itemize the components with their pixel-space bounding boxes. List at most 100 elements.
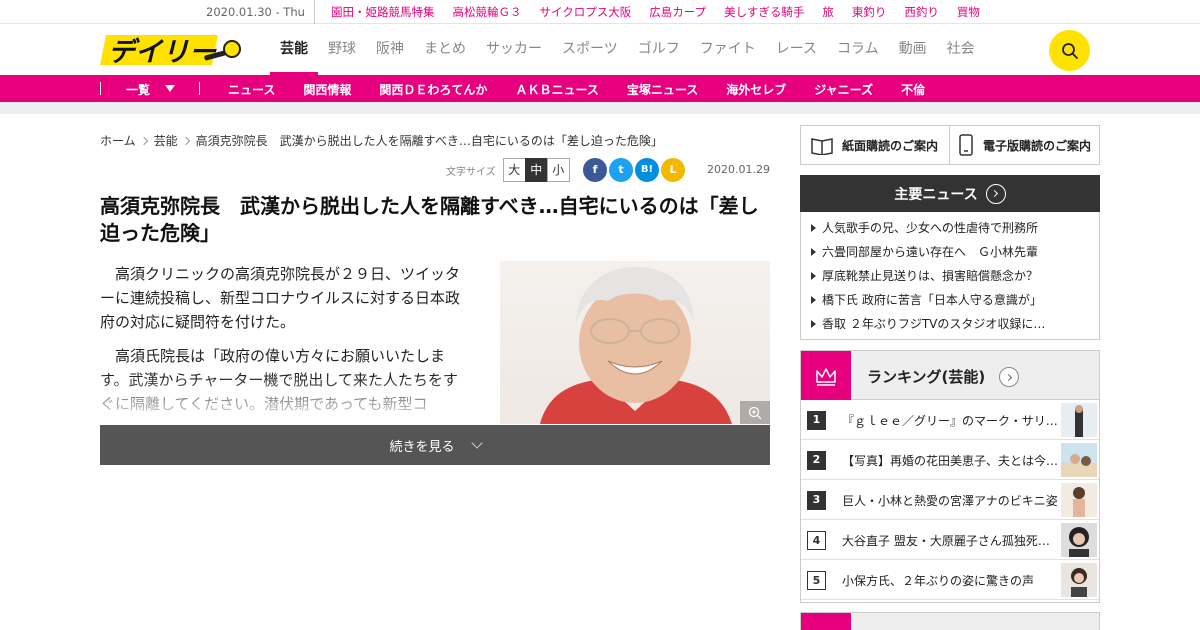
subnav-items: ニュース 関西情報 関西ＤＥわろてんか ＡＫＢニュース 宝塚ニュース 海外セレブ… [228,81,925,98]
subnav-item-news[interactable]: ニュース [228,81,275,98]
rank-title: 【写真】再婚の花田美恵子、夫とは今… [842,454,1058,468]
top-link[interactable]: 園田・姫路競馬特集 [331,4,435,20]
rank-number: 4 [807,531,826,550]
daily-logo[interactable]: デイリー [100,33,242,67]
top-links: 園田・姫路競馬特集 高松競輪Ｇ３ サイクロプス大阪 広島カープ 美しすぎる騎手 … [314,0,980,24]
ranking-item[interactable]: 4 大谷直子 盟友・大原麗子さん孤独死… [801,520,1099,560]
zoom-button[interactable] [740,401,770,424]
top-bar: 2020.01.30 - Thu 園田・姫路競馬特集 高松競輪Ｇ３ サイクロプス… [0,0,1200,24]
chevron-down-icon [470,436,483,449]
rank-thumbnail [1061,563,1097,597]
chevron-right-icon [139,136,148,146]
news-item[interactable]: 橋下氏 政府に苦言「日本人守る意識が」 [801,288,1099,312]
main-news-header[interactable]: 主要ニュース [800,175,1100,212]
line-share-icon[interactable]: L [661,158,685,182]
rank-title: 小保方氏、２年ぶりの姿に驚きの声 [842,574,1035,588]
header-spacer [0,102,1200,114]
paper-subscribe-label: 紙面購読のご案内 [842,138,939,153]
subnav-item-furin[interactable]: 不倫 [901,81,925,98]
search-button[interactable] [1049,30,1090,71]
ranking-header[interactable]: ランキング(芸能) [800,350,1100,400]
divider [100,82,101,95]
nav-golf[interactable]: ゴルフ [628,25,690,75]
ranking-item[interactable]: 1 『ｇｌｅｅ／グリー』のマーク・サリ… [801,400,1099,440]
read-more-label: 続きを見る [389,439,455,455]
global-nav: 芸能 野球 阪神 まとめ サッカー スポーツ ゴルフ ファイト レース コラム … [270,25,985,75]
font-size-label: 文字サイズ [446,166,496,178]
rank-thumbnail [1061,443,1097,477]
crown-icon [816,367,836,386]
rank-number: 1 [807,411,826,430]
newspaper-icon [811,138,833,155]
rank-number: 3 [807,491,826,510]
news-item[interactable]: 香取 ２年ぶりフジTVのスタジオ収録に… [801,312,1099,336]
rank-thumbnail [1061,523,1097,557]
ranking-item[interactable]: 5 小保方氏、２年ぶりの姿に驚きの声 [801,560,1099,600]
news-item[interactable]: 厚底靴禁止見送りは、損害賠償懸念か？ [801,264,1099,288]
site-header: デイリー 芸能 野球 阪神 まとめ サッカー スポーツ ゴルフ ファイト レース… [0,25,1200,75]
top-link[interactable]: 西釣り [904,4,939,20]
chevron-down-icon[interactable] [165,85,175,92]
read-more-button[interactable]: 続きを見る [100,425,770,465]
digital-subscribe-button[interactable]: 電子版購読のご案内 [949,125,1100,165]
top-link[interactable]: 旅 [822,4,834,20]
arrow-right-icon [985,183,1006,204]
news-item[interactable]: 人気歌手の兄、少女への性虐待で刑務所 [801,216,1099,240]
subnav-item-kansai[interactable]: 関西情報 [303,81,351,98]
main-news-list: 人気歌手の兄、少女への性虐待で刑務所 六畳同部屋から遠い存在へ Ｇ小林先輩 厚底… [800,212,1100,340]
article-paragraph: 高須クリニックの高須克弥院長が２９日、ツイッターに連続投稿し、新型コロナウイルス… [100,265,461,331]
publish-date: 2020.01.29 [707,163,770,176]
nav-society[interactable]: 社会 [937,25,985,75]
nav-entertainment[interactable]: 芸能 [270,25,318,75]
rank-title: 巨人・小林と熱愛の宮澤アナのビキニ姿 [842,494,1058,508]
top-link[interactable]: 東釣り [852,4,887,20]
breadcrumb-category[interactable]: 芸能 [154,134,178,148]
news-item[interactable]: 六畳同部屋から遠い存在へ Ｇ小林先輩 [801,240,1099,264]
arrow-right-icon[interactable] [999,367,1019,387]
crown-icon-box [801,613,851,630]
subnav-item-johnnys[interactable]: ジャニーズ [814,81,873,98]
subnav-item-warotenka[interactable]: 関西ＤＥわろてんか [379,81,487,98]
top-link[interactable]: 高松競輪Ｇ３ [453,4,522,20]
ranking-item[interactable]: 2 【写真】再婚の花田美恵子、夫とは今… [801,440,1099,480]
font-size-small[interactable]: 小 [546,158,570,182]
current-date: 2020.01.30 - Thu [206,5,305,19]
nav-soccer[interactable]: サッカー [476,25,552,75]
rank-number: 2 [807,451,826,470]
top-link[interactable]: 買物 [957,4,980,20]
subnav-item-celeb[interactable]: 海外セレブ [726,81,786,98]
breadcrumb-home[interactable]: ホーム [100,134,136,148]
nav-race[interactable]: レース [766,25,827,75]
top-link[interactable]: サイクロプス大阪 [540,4,632,20]
nav-video[interactable]: 動画 [889,25,937,75]
zoom-in-icon [748,406,762,419]
nav-column[interactable]: コラム [827,25,889,75]
nav-sports[interactable]: スポーツ [552,25,628,75]
nav-matome[interactable]: まとめ [414,25,476,75]
smartphone-icon [959,134,973,156]
top-link[interactable]: 美しすぎる騎手 [724,4,804,20]
paper-subscribe-button[interactable]: 紙面購読のご案内 [800,125,950,165]
facebook-share-icon[interactable]: f [583,158,607,182]
subnav-item-akb[interactable]: ＡＫＢニュース [515,81,598,98]
article-headline: 高須克弥院長 武漢から脱出した人を隔離すべき…自宅にいるのは「差し迫った危険」 [100,194,759,245]
digital-subscribe-label: 電子版購読のご案内 [983,138,1092,153]
chevron-right-icon [181,136,190,146]
hatena-share-icon[interactable]: B! [635,158,659,182]
nav-baseball[interactable]: 野球 [318,25,366,75]
nav-hanshin[interactable]: 阪神 [366,25,414,75]
twitter-share-icon[interactable]: t [609,158,633,182]
nav-fight[interactable]: ファイト [690,25,766,75]
font-size-medium[interactable]: 中 [524,158,548,182]
rank-number: 5 [807,571,826,590]
ranking-item[interactable]: 3 巨人・小林と熱愛の宮澤アナのビキニ姿 [801,480,1099,520]
top-link[interactable]: 広島カープ [649,4,706,20]
rank-title: 大谷直子 盟友・大原麗子さん孤独死… [842,534,1050,548]
subnav-item-takarazuka[interactable]: 宝塚ニュース [627,81,698,98]
font-size-large[interactable]: 大 [502,158,526,182]
rank-thumbnail [1061,483,1097,517]
rank-title: 『ｇｌｅｅ／グリー』のマーク・サリ… [842,414,1058,428]
article-photo[interactable] [500,261,770,424]
search-icon [1061,42,1078,59]
list-all-dropdown[interactable]: 一覧 [126,81,150,98]
